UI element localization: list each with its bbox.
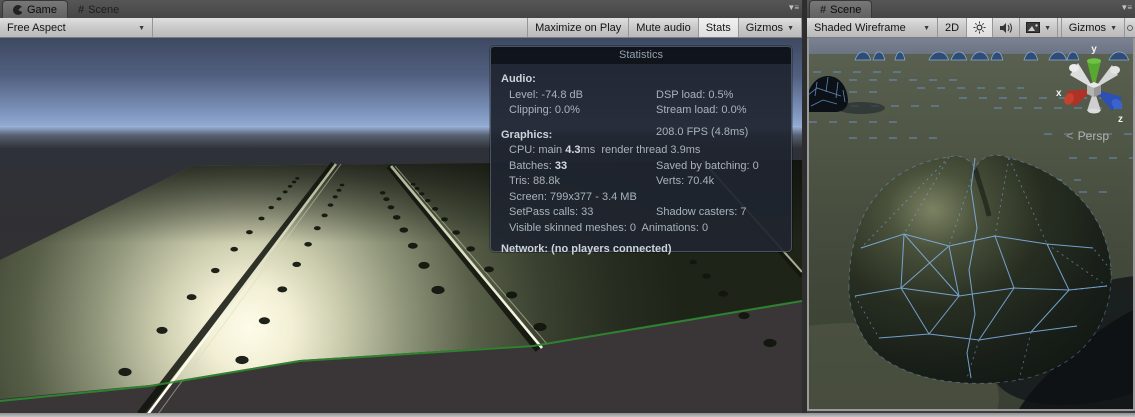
aspect-dropdown[interactable]: Free Aspect ▼ bbox=[0, 18, 153, 37]
tab-scene-label: Scene bbox=[830, 4, 861, 16]
image-icon bbox=[1026, 22, 1040, 33]
persp-chevron-icon bbox=[1066, 128, 1074, 143]
stats-row: Tris: 88.8k Verts: 70.4k bbox=[501, 174, 781, 190]
panel-menu-icon[interactable]: ▼≡ bbox=[1120, 4, 1131, 12]
stats-row: Screen: 799x377 - 3.4 MB bbox=[501, 190, 781, 206]
unity-editor-window: Game # Scene ▼≡ Free Aspect ▼ Maximize o… bbox=[0, 0, 1135, 417]
maximize-on-play-button[interactable]: Maximize on Play bbox=[527, 18, 629, 37]
mute-audio-button[interactable]: Mute audio bbox=[629, 18, 698, 37]
scene-axis-gizmo[interactable]: y x z bbox=[1054, 41, 1128, 125]
statistics-body: Audio: Level: -74.8 dB DSP load: 0.5% Cl… bbox=[491, 64, 791, 258]
gizmos-dropdown-game[interactable]: Gizmos ▼ bbox=[739, 18, 802, 37]
stats-row: SetPass calls: 33 Shadow casters: 7 bbox=[501, 205, 781, 221]
scene-toolbar: Shaded Wireframe ▼ 2D bbox=[807, 18, 1135, 38]
scene-audio-button[interactable] bbox=[993, 18, 1020, 37]
scene-grid-icon: # bbox=[820, 4, 826, 16]
game-viewport[interactable]: Statistics Audio: Level: -74.8 dB DSP lo… bbox=[0, 38, 802, 414]
chevron-down-icon: ▼ bbox=[1044, 25, 1051, 32]
scene-grid-icon: # bbox=[78, 4, 84, 16]
sun-icon bbox=[973, 21, 986, 34]
axis-z-label: z bbox=[1118, 114, 1123, 125]
scene-viewport[interactable]: y x z Persp bbox=[807, 38, 1135, 411]
axis-y-label: y bbox=[1091, 44, 1097, 55]
chevron-down-icon: ▼ bbox=[138, 25, 145, 32]
audio-header: Audio: bbox=[501, 72, 781, 88]
game-toolbar: Free Aspect ▼ Maximize on Play Mute audi… bbox=[0, 18, 802, 38]
tab-game-label: Game bbox=[27, 4, 57, 16]
axis-x-label: x bbox=[1056, 88, 1062, 99]
scene-search-field[interactable] bbox=[1125, 18, 1135, 37]
scene-lighting-button[interactable] bbox=[967, 18, 993, 37]
camera-projection-toggle[interactable]: Persp bbox=[1066, 128, 1109, 143]
speaker-icon bbox=[999, 22, 1013, 34]
scene-effects-dropdown[interactable]: ▼ bbox=[1020, 18, 1058, 37]
network-status: Network: (no players connected) bbox=[501, 242, 781, 258]
gizmos-dropdown-scene[interactable]: Gizmos ▼ bbox=[1061, 18, 1125, 37]
stats-row: Level: -74.8 dB DSP load: 0.5% bbox=[501, 88, 781, 104]
stats-row: Clipping: 0.0% Stream load: 0.0% bbox=[501, 103, 781, 119]
chevron-down-icon: ▼ bbox=[787, 25, 794, 32]
tab-game[interactable]: Game bbox=[2, 0, 68, 18]
statistics-title: Statistics bbox=[491, 47, 791, 64]
statistics-panel: Statistics Audio: Level: -74.8 dB DSP lo… bbox=[490, 46, 792, 252]
panel-menu-icon[interactable]: ▼≡ bbox=[787, 4, 798, 12]
tab-scene-left-label: Scene bbox=[88, 4, 119, 16]
stats-row: Visible skinned meshes: 0 Animations: 0 bbox=[501, 221, 781, 237]
window-bottom-edge bbox=[0, 413, 1135, 417]
2d-toggle-button[interactable]: 2D bbox=[938, 18, 967, 37]
tab-scene-left[interactable]: # Scene bbox=[68, 2, 129, 18]
game-view-icon bbox=[13, 5, 23, 15]
stats-row: Batches: 33 Saved by batching: 0 bbox=[501, 159, 781, 175]
scene-panel-tabbar: # Scene ▼≡ bbox=[807, 0, 1135, 18]
chevron-down-icon: ▼ bbox=[1110, 25, 1117, 32]
draw-mode-dropdown[interactable]: Shaded Wireframe ▼ bbox=[807, 18, 938, 37]
game-panel-tabbar: Game # Scene ▼≡ bbox=[0, 0, 802, 18]
stats-row: CPU: main 4.3ms render thread 3.9ms bbox=[501, 143, 781, 159]
scene-panel: # Scene ▼≡ Shaded Wireframe ▼ 2D bbox=[807, 0, 1135, 417]
stats-button[interactable]: Stats bbox=[699, 18, 739, 37]
fps-value: 208.0 FPS (4.8ms) bbox=[656, 125, 781, 144]
chevron-down-icon: ▼ bbox=[923, 25, 930, 32]
search-icon bbox=[1125, 21, 1135, 35]
stats-row: Graphics: 208.0 FPS (4.8ms) bbox=[501, 125, 781, 144]
tab-scene[interactable]: # Scene bbox=[809, 0, 872, 18]
game-panel: Game # Scene ▼≡ Free Aspect ▼ Maximize o… bbox=[0, 0, 802, 417]
